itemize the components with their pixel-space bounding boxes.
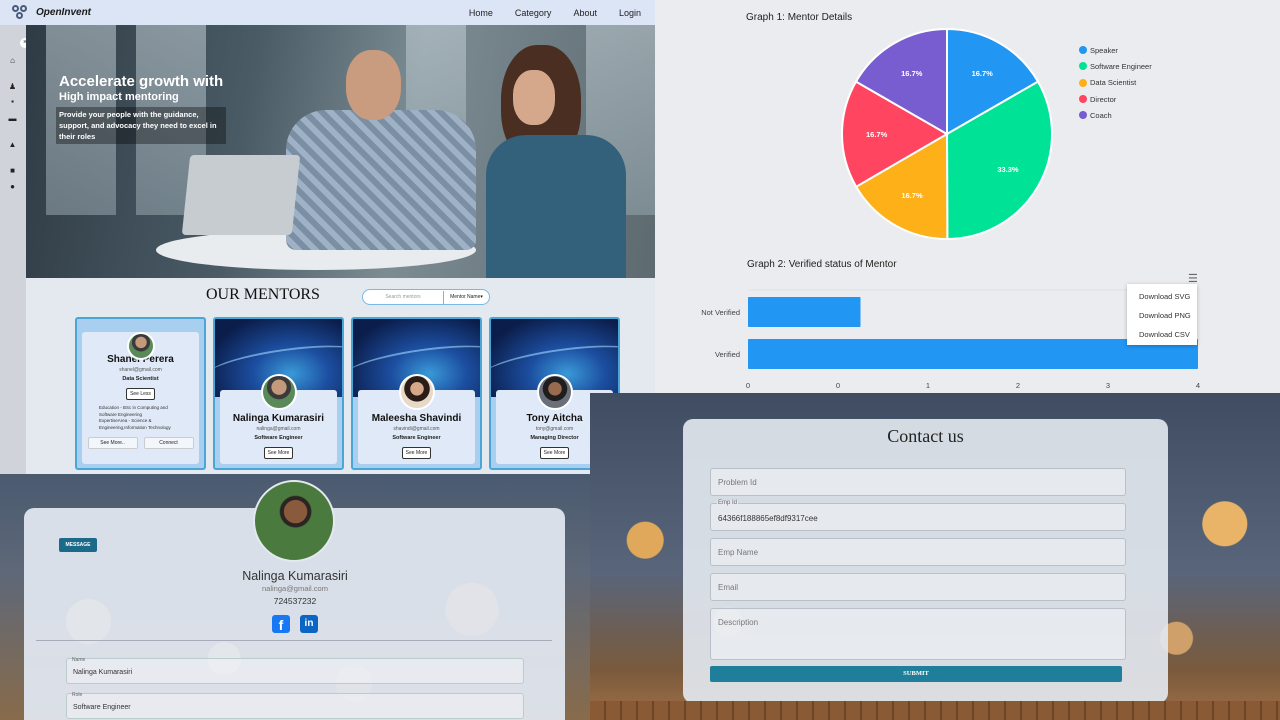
role-field[interactable]: Role Software Engineer (66, 692, 524, 719)
facebook-icon[interactable]: f (272, 615, 290, 633)
avatar (260, 374, 297, 410)
mentor-expertise: ExpertiseArea - Science & Engineering,In… (99, 418, 171, 430)
archive-icon[interactable]: ■ (8, 167, 17, 175)
home-page-panel: OpenInvent Home Category About Login ⌂ ♟… (0, 0, 655, 474)
mentor-role: Software Engineer (392, 435, 441, 441)
hero-description: Provide your people with the guidance, s… (56, 107, 226, 144)
brand-logo[interactable]: OpenInvent (12, 4, 92, 21)
emp-id-label: Emp Id (717, 500, 739, 506)
nav-login[interactable]: Login (619, 8, 641, 18)
user-settings-icon[interactable]: ● (8, 183, 17, 191)
logo-icon (12, 4, 30, 21)
contact-title: Contact us (887, 426, 964, 446)
mentors-heading: OUR MENTORS (206, 286, 320, 303)
message-button[interactable]: MESSAGE (59, 538, 97, 552)
download-csv-item[interactable]: Download CSV (1127, 325, 1197, 344)
x-tick-label: 1 (926, 381, 930, 390)
problem-id-placeholder: Problem Id (718, 478, 757, 487)
name-field-label: Name (72, 657, 86, 663)
see-more-button[interactable]: See More (401, 447, 432, 459)
wooden-deck (590, 701, 1280, 720)
mentor-card: Shanel Perera shanel@gmail.com Data Scie… (75, 317, 206, 470)
card-icon[interactable]: ▬ (8, 115, 17, 123)
x-tick-label: 2 (1016, 381, 1020, 390)
role-field-value: Software Engineer (73, 704, 131, 711)
avatar (536, 374, 573, 410)
problem-id-input[interactable]: Problem Id (710, 468, 1126, 496)
emp-name-input[interactable]: Emp Name (710, 538, 1126, 566)
role-field-label: Role (72, 692, 83, 698)
avatar (253, 480, 335, 562)
mentor-email: nalinga@gmail.com (256, 426, 301, 432)
hero-banner: Accelerate growth with High impact mento… (26, 25, 655, 278)
connect-button[interactable]: Connect (143, 437, 194, 449)
emp-id-input[interactable]: Emp Id 64366f188865ef8df9317cee (710, 500, 1126, 531)
submit-button[interactable]: SUBMIT (710, 666, 1122, 682)
see-more-button[interactable]: See More (263, 447, 294, 459)
description-placeholder: Description (718, 618, 759, 627)
y-tick-label: Verified (715, 350, 740, 359)
emp-id-value: 64366f188865ef8df9317cee (718, 514, 818, 523)
graphs-panel: Graph 1: Mentor Details 16.7% 33.3% 16.7% 1… (655, 0, 1280, 393)
avatar (126, 332, 155, 360)
see-more-button[interactable]: See More.. (87, 437, 138, 449)
mentor-email: shavindi@gmail.com (393, 426, 440, 432)
email-placeholder: Email (718, 583, 739, 592)
mentor-search-bar: Search mentors Mentor Name ▾ (362, 289, 490, 305)
side-rail: ⌂ ♟ ▪ ▬ ▲ ■ ● (0, 25, 26, 474)
mentor-name: Maleesha Shavindi (371, 413, 462, 424)
name-field[interactable]: Name Nalinga Kumarasiri (66, 657, 524, 684)
contact-panel: Contact us Problem Id Emp Id 64366f18886… (590, 393, 1280, 720)
laptop-image (181, 155, 301, 235)
mentor-role: Software Engineer (254, 435, 303, 441)
emp-name-placeholder: Emp Name (718, 548, 759, 557)
profile-name: Nalinga Kumarasiri (242, 569, 348, 583)
mentor-email: shanel@gmail.com (119, 367, 162, 373)
nav-about[interactable]: About (573, 8, 597, 18)
download-svg-item[interactable]: Download SVG (1127, 287, 1197, 306)
home-icon[interactable]: ⌂ (8, 57, 17, 65)
mentor-search-input[interactable]: Search mentors (363, 294, 443, 300)
profile-email: nalinga@gmail.com (262, 584, 328, 593)
bar-not-verified[interactable] (748, 297, 861, 327)
avatar (398, 374, 435, 410)
y-tick-label: Not Verified (701, 308, 740, 317)
mentor-card: Nalinga Kumarasiri nalinga@gmail.com Sof… (213, 317, 344, 470)
email-input[interactable]: Email (710, 573, 1126, 601)
x-tick-label: 3 (1106, 381, 1110, 390)
x-tick-label: 0 (746, 381, 750, 390)
nav-category[interactable]: Category (515, 8, 552, 18)
name-field-value: Nalinga Kumarasiri (73, 669, 133, 676)
mentor-filter-select[interactable]: Mentor Name ▾ (443, 290, 489, 304)
navbar: OpenInvent Home Category About Login (0, 0, 655, 25)
see-less-button[interactable]: See Less (126, 388, 155, 400)
mentor-education: Education - BSc in Computing and Softwar… (99, 405, 168, 417)
see-more-button[interactable]: See More (539, 447, 570, 459)
clipboard-icon[interactable]: ▪ (8, 98, 17, 106)
linkedin-icon[interactable]: in (300, 615, 318, 633)
hero-title: Accelerate growth with (59, 73, 224, 90)
x-tick-label: 4 (1196, 381, 1200, 390)
brand-name: OpenInvent (36, 7, 92, 18)
download-png-item[interactable]: Download PNG (1127, 306, 1197, 325)
description-textarea[interactable]: Description (710, 608, 1126, 660)
profile-phone: 724537232 (273, 596, 317, 606)
mentor-name: Nalinga Kumarasiri (232, 413, 325, 424)
profile-panel: MESSAGE Nalinga Kumarasiri nalinga@gmail… (0, 474, 590, 720)
mentor-role: Data Scientist (122, 376, 159, 382)
hero-subtitle: High impact mentoring (59, 91, 179, 103)
users-icon[interactable]: ♟ (8, 83, 17, 91)
divider (36, 640, 552, 641)
bank-icon[interactable]: ▲ (8, 141, 17, 149)
nav-home[interactable]: Home (469, 8, 493, 18)
x-tick-label: 0 (836, 381, 840, 390)
download-menu: Download SVG Download PNG Download CSV (1127, 284, 1197, 345)
mentor-card: Maleesha Shavindi shavindi@gmail.com Sof… (351, 317, 482, 470)
